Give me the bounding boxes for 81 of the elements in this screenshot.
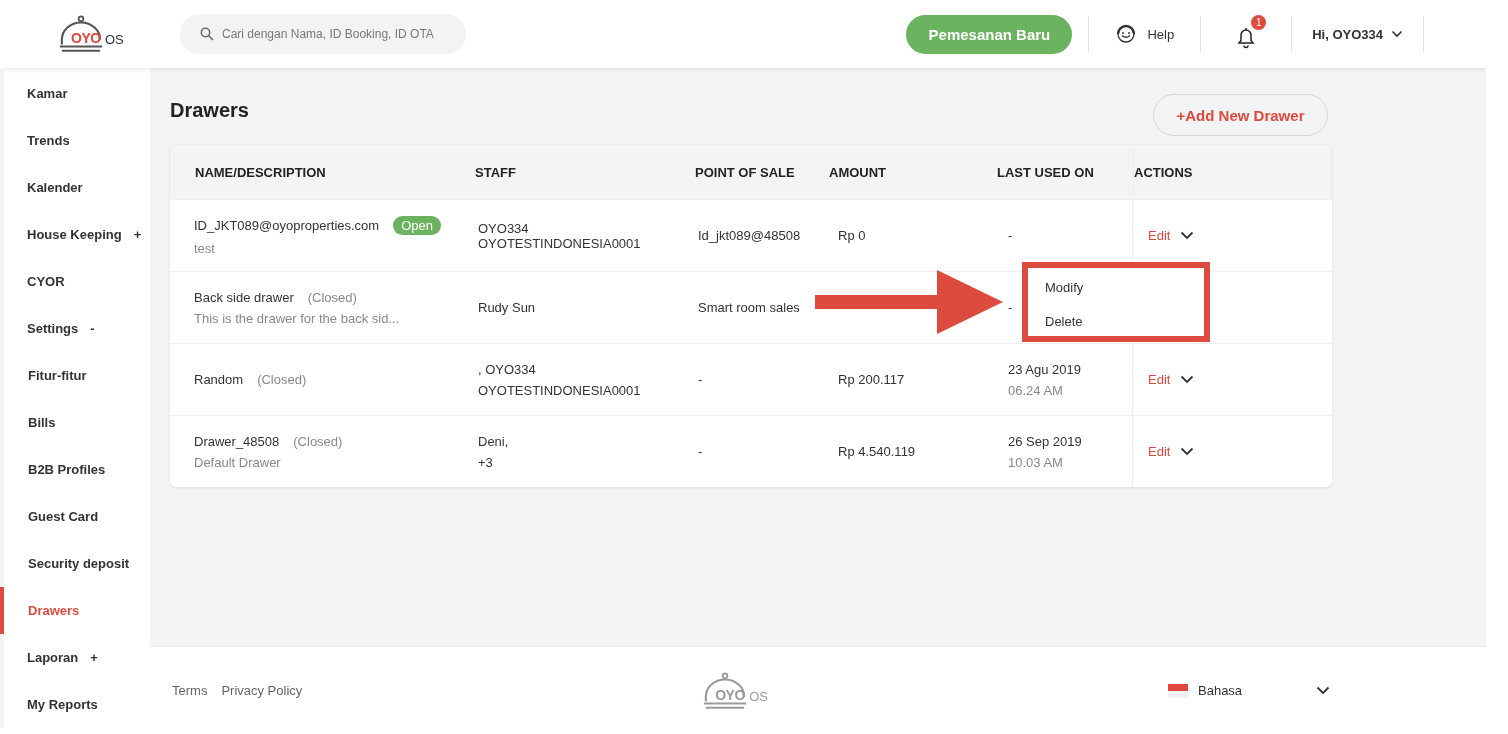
logo-suffix: OS xyxy=(749,688,768,704)
sidebar-label: Security deposit xyxy=(28,556,130,571)
last-used-date: 26 Sep 2019 xyxy=(1008,433,1083,449)
amount: Rp 4.540.119 xyxy=(838,444,917,459)
expand-toggle[interactable]: - xyxy=(90,321,95,336)
add-drawer-button[interactable]: +Add New Drawer xyxy=(1153,94,1328,136)
chevron-down-icon xyxy=(1316,686,1330,695)
language-selector[interactable]: Bahasa xyxy=(1162,682,1336,699)
column-header: AMOUNT xyxy=(829,164,887,180)
menu-item[interactable]: Modify xyxy=(1028,270,1204,304)
point-of-sale: Id_jkt089@48508 xyxy=(698,228,802,243)
page-title: Drawers xyxy=(170,98,249,122)
sidebar-label: Settings xyxy=(27,321,79,336)
last-used-date: 23 Agu 2019 xyxy=(1008,361,1083,377)
flag-icon xyxy=(1168,683,1188,698)
drawer-name: Random xyxy=(194,372,244,387)
staff-name: , OYO334 xyxy=(478,361,537,377)
chevron-down-icon[interactable] xyxy=(1180,447,1195,456)
logo-suffix: OS xyxy=(105,32,124,47)
point-of-sale: - xyxy=(698,372,704,387)
help-button[interactable]: Help xyxy=(1105,23,1185,45)
edit-link[interactable]: Edit xyxy=(1148,372,1171,387)
drawer-description: This is the drawer for the back sid... xyxy=(194,310,401,326)
menu-item[interactable]: Delete xyxy=(1028,304,1204,338)
staff-name: +3 xyxy=(478,454,494,470)
smiley-headset-icon xyxy=(1115,23,1138,45)
chevron-down-icon xyxy=(1391,30,1403,38)
column-header: LAST USED ON xyxy=(997,164,1094,180)
column-header: ACTIONS xyxy=(1134,164,1193,180)
chevron-down-icon[interactable] xyxy=(1180,375,1195,384)
column-header: POINT OF SALE xyxy=(695,164,795,180)
sidebar-label: House Keeping xyxy=(27,227,122,242)
last-used-time: 06.24 AM xyxy=(1008,382,1064,398)
footer-link[interactable]: Privacy Policy xyxy=(221,683,303,698)
edit-link[interactable]: Edit xyxy=(1148,228,1171,243)
sidebar-label: My Reports xyxy=(27,697,98,712)
user-menu[interactable]: Hi, OYO334 xyxy=(1308,26,1407,42)
amount: Rp 0 xyxy=(838,228,867,243)
point-of-sale: Smart room sales xyxy=(698,300,801,315)
sidebar-label: Guest Card xyxy=(28,509,99,524)
drawer-name: ID_JKT089@oyoproperties.com xyxy=(194,217,380,233)
search-field[interactable]: Cari dengan Nama, ID Booking, ID OTA xyxy=(180,14,466,54)
point-of-sale: - xyxy=(698,444,704,459)
staff-name: Rudy Sun xyxy=(478,300,537,315)
footer-link[interactable]: Terms xyxy=(172,683,208,698)
cloche-icon xyxy=(58,14,104,54)
last-used-time: 10.03 AM xyxy=(1008,454,1064,470)
sidebar-label: Fitur-fitur xyxy=(28,368,87,383)
last-used-date: - xyxy=(1008,228,1014,243)
notification-count: 1 xyxy=(1251,14,1267,30)
sidebar-label: CYOR xyxy=(27,274,65,289)
sidebar-label: Kamar xyxy=(27,86,68,101)
drawer-name: Drawer_48508 xyxy=(194,433,280,449)
sidebar-label: Drawers xyxy=(28,603,80,618)
column-header: STAFF xyxy=(475,164,516,180)
status-badge: Open xyxy=(393,215,441,235)
sidebar-label: B2B Profiles xyxy=(28,462,106,477)
cloche-icon xyxy=(702,670,749,711)
status-text: (Closed) xyxy=(293,433,343,449)
chevron-down-icon[interactable] xyxy=(1180,231,1195,240)
staff-name: Deni, xyxy=(478,433,510,449)
expand-toggle[interactable]: + xyxy=(90,650,98,665)
logo-brand: OYO xyxy=(71,30,101,46)
edit-link[interactable]: Edit xyxy=(1148,444,1171,459)
column-header: NAME/DESCRIPTION xyxy=(195,164,326,180)
staff-name: OYOTESTINDONESIA0001 xyxy=(478,382,642,398)
expand-toggle[interactable]: + xyxy=(133,227,142,242)
drawer-description: test xyxy=(194,240,216,256)
sidebar-label: Kalender xyxy=(27,180,83,195)
staff-name: OYO334 OYOTESTINDONESIA0001 xyxy=(478,220,642,251)
drawer-name: Back side drawer xyxy=(194,289,294,305)
drawer-description: Default Drawer xyxy=(194,454,282,470)
sidebar-label: Bills xyxy=(28,415,56,430)
last-used-date: - xyxy=(1008,300,1014,315)
status-text: (Closed) xyxy=(307,289,357,305)
sidebar-label: Trends xyxy=(27,133,70,148)
sidebar-label: Laporan xyxy=(27,650,79,665)
notifications-button[interactable]: 1 xyxy=(1217,12,1276,56)
status-text: (Closed) xyxy=(257,372,307,387)
search-icon xyxy=(200,27,214,41)
amount: Rp 200.117 xyxy=(838,372,906,387)
